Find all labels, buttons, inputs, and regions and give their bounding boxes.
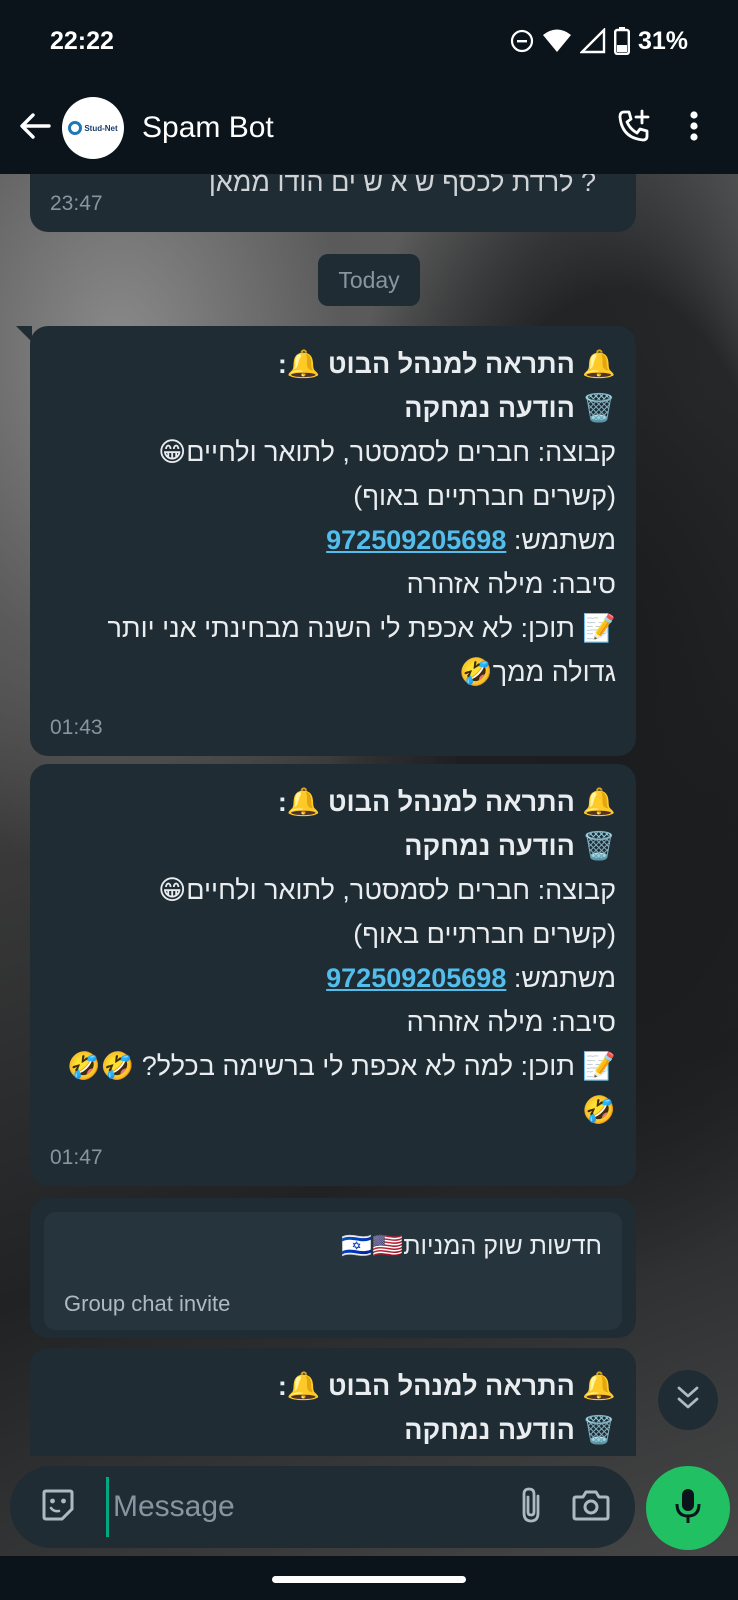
reason-line: סיבה: מילה אזהרה bbox=[406, 569, 616, 599]
chat-area[interactable]: ? לרדת לכסף ש א ש ים הודו ממאן 23:47 Tod… bbox=[0, 174, 738, 1456]
chat-title[interactable]: Spam Bot bbox=[142, 111, 604, 145]
alert-title: 🔔 התראה למנהל הבוט 🔔: bbox=[277, 1371, 616, 1401]
sticker-button[interactable] bbox=[28, 1477, 88, 1537]
alert-title: 🔔 התראה למנהל הבוט 🔔: bbox=[277, 349, 616, 379]
logo-icon bbox=[68, 121, 83, 135]
voice-message-button[interactable] bbox=[646, 1466, 730, 1550]
home-gesture-handle[interactable] bbox=[272, 1576, 466, 1583]
status-time: 22:22 bbox=[50, 26, 114, 55]
message-time: 01:43 bbox=[50, 716, 103, 739]
status-bar: 22:22 31% bbox=[0, 0, 738, 82]
group-invite-message[interactable]: חדשות שוק המניות🇮🇱🇺🇸 Group chat invite bbox=[30, 1198, 636, 1338]
camera-button[interactable] bbox=[561, 1477, 621, 1537]
sticker-icon bbox=[40, 1487, 76, 1528]
composer bbox=[0, 1456, 738, 1556]
message-input[interactable] bbox=[106, 1477, 501, 1537]
deleted-label: 🗑️ הודעה נמחקה bbox=[404, 831, 616, 861]
user-phone-link[interactable]: 972509205698 bbox=[326, 525, 506, 555]
date-chip: Today bbox=[318, 254, 420, 306]
message-text: ? לרדת לכסף ש א ש ים הודו ממאן bbox=[208, 174, 596, 197]
attach-button[interactable] bbox=[501, 1477, 561, 1537]
message-time: 01:47 bbox=[50, 1146, 103, 1169]
back-button[interactable] bbox=[10, 98, 60, 158]
attach-icon bbox=[519, 1486, 543, 1529]
scroll-to-bottom-button[interactable] bbox=[658, 1370, 718, 1430]
avatar[interactable]: Stud-Net bbox=[62, 97, 124, 159]
message-box bbox=[10, 1466, 635, 1548]
message-bubble[interactable]: 🔔 התראה למנהל הבוט 🔔: 🗑️ הודעה נמחקה bbox=[30, 1348, 636, 1456]
group-invite-card[interactable]: חדשות שוק המניות🇮🇱🇺🇸 Group chat invite bbox=[44, 1212, 622, 1330]
reason-line: סיבה: מילה אזהרה bbox=[406, 1007, 616, 1037]
deleted-label: 🗑️ הודעה נמחקה bbox=[404, 393, 616, 423]
wifi-icon bbox=[542, 28, 572, 54]
battery-percent: 31% bbox=[637, 26, 688, 55]
message-bubble[interactable]: 🔔 התראה למנהל הבוט 🔔: 🗑️ הודעה נמחקה קבו… bbox=[16, 326, 636, 756]
more-options-button[interactable] bbox=[664, 98, 724, 158]
back-arrow-icon bbox=[19, 112, 51, 145]
do-not-disturb-icon bbox=[510, 29, 534, 53]
system-nav-bar bbox=[0, 1556, 738, 1600]
message-time: 23:47 bbox=[50, 192, 103, 215]
chat-header: Stud-Net Spam Bot bbox=[0, 82, 738, 174]
user-label: משתמש: bbox=[506, 525, 616, 555]
mic-icon bbox=[674, 1487, 702, 1530]
camera-icon bbox=[572, 1489, 610, 1526]
more-vert-icon bbox=[690, 110, 698, 146]
deleted-label: 🗑️ הודעה נמחקה bbox=[404, 1415, 616, 1445]
message-bubble[interactable]: ? לרדת לכסף ש א ש ים הודו ממאן 23:47 bbox=[30, 174, 636, 232]
group-line: קבוצה: חברים לסמסטר, לתואר ולחיים😁 bbox=[158, 437, 616, 467]
invite-title: חדשות שוק המניות🇮🇱🇺🇸 bbox=[341, 1232, 602, 1260]
user-phone-link[interactable]: 972509205698 bbox=[326, 963, 506, 993]
user-label: משתמש: bbox=[506, 963, 616, 993]
content-line: 📝 תוכן: למה לא אכפת לי ברשימה בכלל? 🤣🤣🤣 bbox=[66, 1051, 616, 1125]
cellular-signal-icon bbox=[579, 28, 606, 54]
message-bubble[interactable]: 🔔 התראה למנהל הבוט 🔔: 🗑️ הודעה נמחקה קבו… bbox=[30, 764, 636, 1186]
group-note: (קשרים חברתיים באוף) bbox=[353, 481, 616, 511]
group-note: (קשרים חברתיים באוף) bbox=[353, 919, 616, 949]
battery-icon bbox=[613, 27, 630, 55]
alert-title: 🔔 התראה למנהל הבוט 🔔: bbox=[277, 787, 616, 817]
avatar-text: Stud-Net bbox=[84, 123, 118, 133]
group-line: קבוצה: חברים לסמסטר, לתואר ולחיים😁 bbox=[158, 875, 616, 905]
add-call-icon bbox=[616, 108, 652, 149]
add-call-button[interactable] bbox=[604, 98, 664, 158]
content-line: 📝 תוכן: לא אכפת לי השנה מבחינתי אני יותר… bbox=[107, 613, 617, 687]
invite-subtitle: Group chat invite bbox=[64, 1291, 231, 1316]
scroll-down-icon bbox=[676, 1385, 700, 1416]
